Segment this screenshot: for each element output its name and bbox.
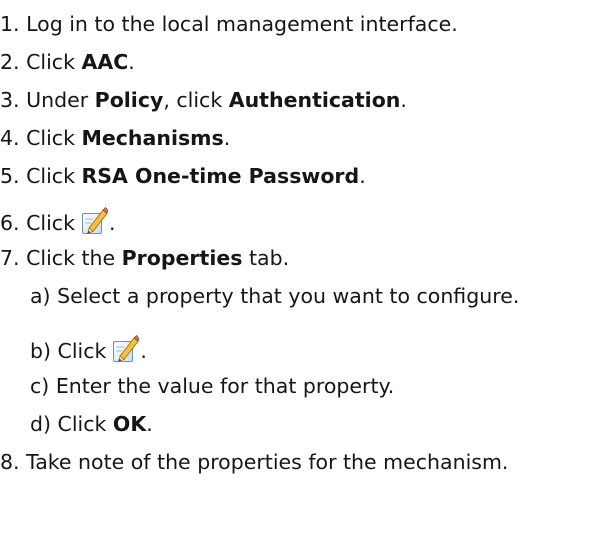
- step-number: 1.: [0, 12, 20, 36]
- ui-term-rsa-one-time-password: RSA One-time Password: [81, 164, 360, 188]
- step-1: 1. Log in to the local management interf…: [0, 10, 458, 38]
- step-text-end: .: [223, 126, 231, 150]
- step-3: 3. Under Policy, click Authentication.: [0, 86, 407, 114]
- edit-icon: [80, 206, 108, 236]
- step-text: Click: [26, 211, 75, 235]
- step-number: 7.: [0, 246, 20, 270]
- step-number: 2.: [0, 50, 20, 74]
- step-text-end: .: [128, 50, 135, 74]
- substep-d: d) Click OK.: [30, 410, 153, 438]
- step-8: 8. Take note of the properties for the m…: [0, 448, 508, 476]
- substep-text-end: .: [146, 412, 153, 436]
- step-text-end: .: [400, 88, 407, 112]
- step-number: 8.: [0, 450, 20, 474]
- substep-text-end: .: [140, 339, 147, 363]
- step-6: 6. Click .: [0, 206, 116, 236]
- substep-b: b) Click .: [30, 334, 147, 364]
- substep-text: Enter the value for that property.: [55, 374, 395, 398]
- substep-text: Click: [57, 412, 113, 436]
- ui-term-policy: Policy: [94, 88, 164, 112]
- substep-a: a) Select a property that you want to co…: [30, 282, 519, 310]
- edit-icon: [111, 334, 140, 364]
- step-text: Click: [26, 50, 82, 74]
- step-text-end: tab.: [242, 246, 290, 270]
- ui-term-mechanisms: Mechanisms: [81, 126, 224, 150]
- step-text: Click the: [26, 246, 122, 270]
- step-4: 4. Click Mechanisms.: [0, 124, 230, 152]
- step-number: 6.: [0, 211, 20, 235]
- step-number: 4.: [0, 126, 20, 150]
- substep-letter: c): [30, 374, 50, 398]
- step-2: 2. Click AAC.: [0, 48, 135, 76]
- step-5: 5. Click RSA One-time Password.: [0, 162, 366, 190]
- ui-term-aac: AAC: [81, 50, 129, 74]
- ui-term-ok: OK: [112, 412, 147, 436]
- step-text-end: .: [108, 211, 116, 235]
- substep-text: Click: [57, 339, 107, 363]
- step-7: 7. Click the Properties tab.: [0, 244, 289, 272]
- step-text-end: .: [359, 164, 366, 188]
- substep-letter: a): [30, 284, 51, 308]
- ui-term-properties: Properties: [121, 246, 243, 270]
- step-number: 5.: [0, 164, 20, 188]
- substep-letter: b): [30, 339, 52, 363]
- step-text: Click: [26, 164, 82, 188]
- step-text: Log in to the local management interface…: [26, 12, 458, 36]
- step-number: 3.: [0, 88, 20, 112]
- step-text-mid: , click: [163, 88, 229, 112]
- step-text: Take note of the properties for the mech…: [26, 450, 509, 474]
- ui-term-authentication: Authentication: [228, 88, 401, 112]
- step-text: Click: [26, 126, 82, 150]
- substep-letter: d): [30, 412, 52, 436]
- step-text: Under: [26, 88, 95, 112]
- substep-c: c) Enter the value for that property.: [30, 372, 394, 400]
- substep-text: Select a property that you want to confi…: [57, 284, 520, 308]
